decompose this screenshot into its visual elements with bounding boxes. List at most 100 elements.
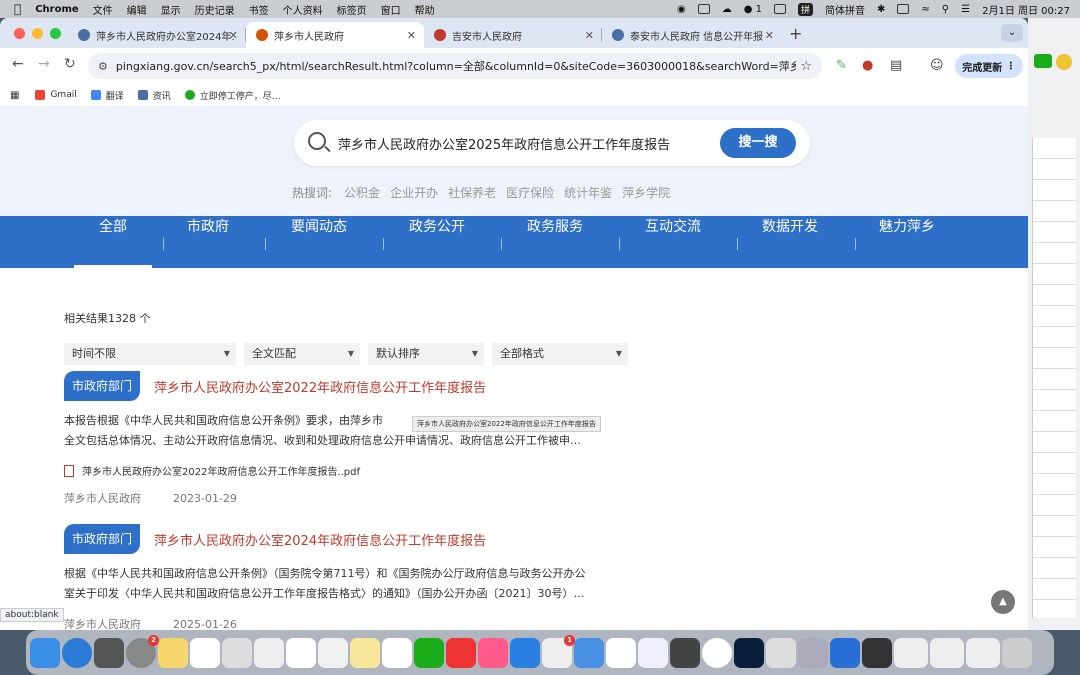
close-tab-icon[interactable]: ✕ <box>765 29 774 42</box>
close-tab-icon[interactable]: ✕ <box>407 29 416 42</box>
bookmark-translate[interactable]: 翻译 <box>90 89 124 102</box>
menu-history[interactable]: 历史记录 <box>195 2 235 17</box>
apple-menu-icon[interactable]:  <box>14 2 21 16</box>
close-tab-icon[interactable]: ✕ <box>585 29 594 42</box>
back-icon[interactable]: ← <box>12 56 24 72</box>
result-title-link[interactable]: 萍乡市人民政府办公室2024年政府信息公开工作年度报告 <box>154 530 486 549</box>
display-icon[interactable] <box>774 4 786 14</box>
sort-filter-select[interactable]: 默认排序 ▼ <box>368 343 484 365</box>
menu-bookmarks[interactable]: 书签 <box>249 2 269 17</box>
tab-pingxiang-office-2024[interactable]: 萍乡市人民政府办公室2024年… ✕ <box>68 22 246 48</box>
close-tab-icon[interactable]: ✕ <box>229 29 238 42</box>
pages-icon[interactable] <box>254 637 284 668</box>
recent-window-thumbnail[interactable] <box>894 637 928 668</box>
attachment-link[interactable]: 萍乡市人民政府办公室2022年政府信息公开工作年度报告..pdf <box>64 463 634 478</box>
chrome-icon[interactable] <box>702 637 732 668</box>
app-name-menu[interactable]: Chrome <box>35 4 78 15</box>
hot-word[interactable]: 萍乡学院 <box>622 184 670 201</box>
wps-icon[interactable] <box>697 4 710 14</box>
extension-icon[interactable]: ● <box>862 58 873 73</box>
freeform-icon[interactable] <box>190 637 220 668</box>
meitu-icon[interactable] <box>478 637 508 668</box>
keynote-icon[interactable] <box>318 637 348 668</box>
wechat-app-icon[interactable] <box>1034 54 1052 68</box>
address-bar[interactable]: ⚙ pingxiang.gov.cn/search5_px/html/searc… <box>88 53 822 79</box>
bookmark-gmail[interactable]: Gmail <box>35 90 77 100</box>
wechat-status-icon[interactable]: ● 1 <box>744 4 762 15</box>
recent-window-thumbnail[interactable] <box>930 637 964 668</box>
qq-icon[interactable] <box>382 637 412 668</box>
hot-word[interactable]: 社保养老 <box>448 184 496 201</box>
url-text[interactable]: pingxiang.gov.cn/search5_px/html/searchR… <box>116 58 796 74</box>
stickies-icon[interactable] <box>350 637 380 668</box>
menu-edit[interactable]: 编辑 <box>127 2 147 17</box>
search-button[interactable]: 搜一搜 <box>720 128 796 158</box>
nav-data[interactable]: 数据开发 <box>747 216 833 268</box>
wps-icon[interactable] <box>606 637 636 668</box>
notes-app-icon[interactable] <box>1056 54 1072 70</box>
extension-icon[interactable]: ✎ <box>836 58 847 73</box>
iphone-mirroring-icon[interactable] <box>766 637 796 668</box>
settings-icon[interactable]: 2 <box>126 634 159 668</box>
extensions-puzzle-icon[interactable]: ▤ <box>890 58 902 73</box>
menu-view[interactable]: 显示 <box>161 2 181 17</box>
hot-word[interactable]: 统计年鉴 <box>564 184 612 201</box>
format-filter-select[interactable]: 全部格式 ▼ <box>492 343 628 365</box>
app-store-icon[interactable] <box>830 637 860 668</box>
record-icon[interactable]: ◉ <box>677 4 686 15</box>
spotlight-icon[interactable]: ⚲ <box>942 4 949 15</box>
mail-icon[interactable] <box>574 637 604 668</box>
textedit-icon[interactable] <box>222 637 252 668</box>
lanhu-icon[interactable] <box>510 637 540 668</box>
baidu-netdisk-icon[interactable] <box>638 637 668 668</box>
recent-window-thumbnail[interactable] <box>966 637 1000 668</box>
update-button[interactable]: 完成更新 ⋮ <box>955 54 1023 78</box>
nav-charm-pingxiang[interactable]: 魅力萍乡 <box>864 216 950 268</box>
hot-word[interactable]: 公积金 <box>344 184 380 201</box>
match-filter-select[interactable]: 全文匹配 ▼ <box>244 343 360 365</box>
menu-profile[interactable]: 个人资料 <box>283 2 323 17</box>
reload-icon[interactable]: ↻ <box>64 56 76 72</box>
wechat-icon[interactable] <box>414 637 444 668</box>
tab-taian-gov[interactable]: 泰安市人民政府 信息公开年报 ✕ <box>602 22 782 48</box>
search-input[interactable]: 萍乡市人民政府办公室2025年政府信息公开工作年度报告 <box>338 134 670 153</box>
screen-capture-icon[interactable] <box>862 637 892 668</box>
bookmark-news[interactable]: 资讯 <box>137 89 171 102</box>
scroll-to-top-button[interactable]: ▲ <box>991 590 1015 614</box>
bookmark-star-icon[interactable]: ☆ <box>800 59 812 74</box>
tab-search-chevron-icon[interactable]: ⌄ <box>1001 24 1023 42</box>
nav-interaction[interactable]: 互动交流 <box>630 216 716 268</box>
profile-icon[interactable]: ☺ <box>930 58 944 73</box>
tab-jian-gov[interactable]: 吉安市人民政府 ✕ <box>424 22 602 48</box>
cloud-icon[interactable]: ☁ <box>722 4 732 15</box>
menu-window[interactable]: 窗口 <box>381 2 401 17</box>
result-title-link[interactable]: 萍乡市人民政府办公室2022年政府信息公开工作年度报告 <box>154 377 486 396</box>
safari-icon[interactable] <box>62 637 92 668</box>
site-info-icon[interactable]: ⚙ <box>98 60 108 73</box>
menu-help[interactable]: 帮助 <box>415 2 435 17</box>
netease-music-icon[interactable] <box>446 637 476 668</box>
preview-icon[interactable] <box>798 637 828 668</box>
menu-file[interactable]: 文件 <box>93 2 113 17</box>
nav-open-government[interactable]: 政务公开 <box>394 216 480 268</box>
clock[interactable]: 2月1日 周日 00:27 <box>982 2 1070 17</box>
tab-pingxiang-gov[interactable]: 萍乡市人民政府 ✕ <box>246 22 424 48</box>
launchpad-icon[interactable] <box>94 637 124 668</box>
nav-news[interactable]: 要闻动态 <box>276 216 362 268</box>
nav-all[interactable]: 全部 <box>74 216 152 268</box>
numbers-icon[interactable] <box>286 637 316 668</box>
app-icon[interactable]: 1 <box>542 634 575 668</box>
nav-services[interactable]: 政务服务 <box>512 216 598 268</box>
zoom-window-icon[interactable] <box>50 28 61 39</box>
calculator-icon[interactable] <box>670 637 700 668</box>
input-method-icon[interactable]: 拼 <box>798 2 814 16</box>
hot-word[interactable]: 医疗保险 <box>506 184 554 201</box>
close-window-icon[interactable] <box>14 28 25 39</box>
bluetooth-icon[interactable]: ✱ <box>877 4 885 15</box>
wifi-icon[interactable]: ≈ <box>921 4 929 15</box>
photoshop-icon[interactable] <box>734 637 764 668</box>
battery-icon[interactable] <box>897 4 910 14</box>
new-tab-icon[interactable]: + <box>789 24 802 43</box>
menu-tabs[interactable]: 标签页 <box>337 2 367 17</box>
notes-icon[interactable] <box>158 637 188 668</box>
